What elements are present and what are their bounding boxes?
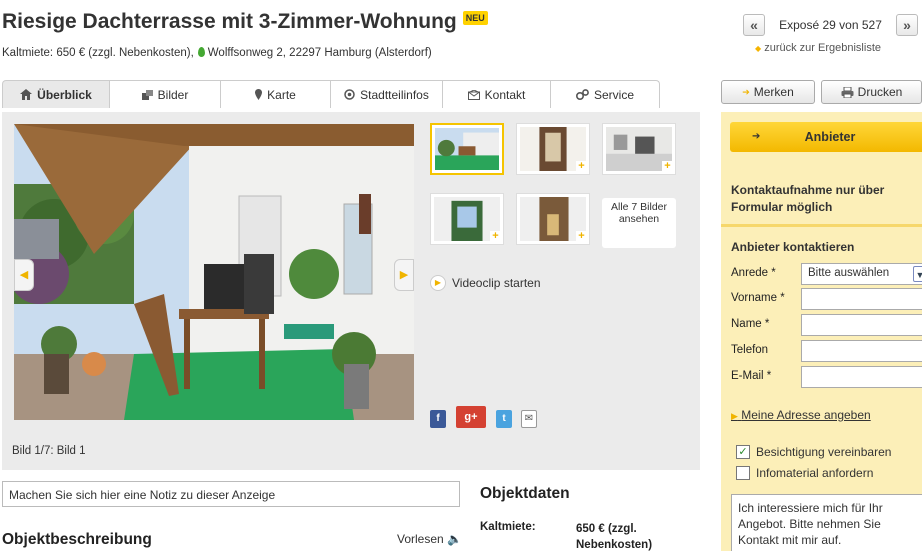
thumbnail-5[interactable]: + [516, 193, 590, 245]
name-label: Name * [731, 318, 770, 330]
thumbnail-2[interactable]: + [516, 123, 590, 175]
image-gallery: ◀ ▶ Bild 1/7: Bild 1 + + + + Alle 7 Bild… [2, 112, 700, 470]
address-link[interactable]: ▶ Meine Adresse angeben [731, 408, 871, 422]
arrow-right-icon: ➔ [752, 131, 761, 142]
contact-sidebar: ➔ Anbieter Kontaktaufnahme nur über Form… [721, 112, 922, 551]
tab-label: Kontakt [484, 87, 526, 102]
video-label: Videoclip starten [452, 276, 541, 290]
anbieter-label: Anbieter [804, 130, 856, 144]
tab-label: Service [593, 87, 634, 102]
tab-bar: Überblick Bilder Karte Stadtteilinfos Ko… [2, 80, 660, 108]
telefon-label: Telefon [731, 344, 769, 356]
back-link-label: zurück zur Ergebnisliste [764, 42, 881, 54]
besichtigung-label: Besichtigung vereinbaren [756, 445, 892, 459]
new-badge: NEU [462, 11, 488, 25]
page-title: Riesige Dachterrasse mit 3-Zimmer-Wohnun… [2, 10, 488, 34]
info-icon [344, 89, 355, 100]
tab-label: Stadtteilinfos [360, 87, 429, 102]
previous-expose-button[interactable]: « [743, 14, 765, 36]
besichtigung-checkbox-row: ✓ Besichtigung vereinbaren [736, 445, 891, 459]
vorname-input[interactable] [801, 288, 922, 310]
google-plus-icon[interactable]: g+ [456, 406, 486, 428]
divider [721, 224, 922, 227]
tab-label: Überblick [37, 87, 92, 102]
kaltmiete-summary: Kaltmiete: 650 € (zzgl. Nebenkosten), [2, 47, 194, 59]
tab-ueberblick[interactable]: Überblick [2, 80, 110, 108]
note-input[interactable]: Machen Sie sich hier eine Notiz zu diese… [2, 481, 460, 507]
infomaterial-checkbox-row: Infomaterial anfordern [736, 466, 873, 480]
tab-label: Karte [267, 87, 296, 102]
map-pin-icon [197, 47, 205, 57]
tab-service[interactable]: Service [551, 80, 660, 108]
next-expose-button[interactable]: » [896, 14, 918, 36]
play-icon: ▶ [430, 275, 446, 291]
vorname-label: Vorname * [731, 292, 785, 304]
twitter-icon[interactable]: t [496, 410, 512, 428]
diamond-icon: ◆ [755, 44, 762, 53]
arrow-right-icon: ▶ [731, 411, 738, 421]
thumbnail-4[interactable]: + [430, 193, 504, 245]
printer-icon [841, 86, 854, 98]
telefon-input[interactable] [801, 340, 922, 362]
address-text: Wolffsonweg 2, 22297 Hamburg (Alsterdorf… [207, 47, 432, 59]
pictures-icon [141, 89, 153, 100]
anbieter-button[interactable]: ➔ Anbieter [730, 122, 922, 152]
objektbeschreibung-heading: Objektbeschreibung [2, 531, 152, 548]
plus-icon: + [490, 231, 501, 242]
previous-image-button[interactable]: ◀ [14, 259, 34, 291]
vorlesen-label: Vorlesen [397, 532, 444, 546]
chevron-down-icon: ▼ [913, 266, 922, 282]
tab-bilder[interactable]: Bilder [110, 80, 221, 108]
plus-icon: + [662, 161, 673, 172]
home-icon [20, 89, 33, 100]
map-pin-icon [255, 89, 263, 100]
message-textarea[interactable]: Ich interessiere mich für Ihr Angebot. B… [731, 494, 922, 551]
tab-karte[interactable]: Karte [221, 80, 331, 108]
merken-button[interactable]: ➔ Merken [721, 80, 815, 104]
tab-kontakt[interactable]: Kontakt [443, 80, 551, 108]
terrace-photo [14, 124, 414, 420]
address-link-label: Meine Adresse angeben [741, 408, 871, 422]
name-input[interactable] [801, 314, 922, 336]
infomaterial-label: Infomaterial anfordern [756, 466, 874, 480]
drucken-label: Drucken [857, 85, 903, 99]
thumbnail-1[interactable] [430, 123, 504, 175]
plus-icon: + [576, 161, 587, 172]
objektdaten-kaltmiete-label: Kaltmiete: [480, 521, 536, 533]
email-share-icon[interactable]: ✉ [521, 410, 537, 428]
expose-counter: Exposé 29 von 527 [779, 18, 882, 32]
back-to-results-link[interactable]: ◆ zurück zur Ergebnisliste [755, 42, 881, 54]
gears-icon [575, 89, 589, 100]
thumbnail-3[interactable]: + [602, 123, 676, 175]
plus-icon: + [576, 231, 587, 242]
tab-stadtteilinfos[interactable]: Stadtteilinfos [331, 80, 443, 108]
all-pictures-button[interactable]: Alle 7 Bilder ansehen [602, 198, 676, 248]
thumbnail-image [435, 128, 499, 170]
video-clip-link[interactable]: ▶ Videoclip starten [430, 275, 541, 291]
contact-info-text: Kontaktaufnahme nur über Formular möglic… [731, 183, 885, 214]
email-label: E-Mail * [731, 370, 772, 382]
subline: Kaltmiete: 650 € (zzgl. Nebenkosten), Wol… [2, 47, 432, 59]
contact-form-title: Anbieter kontaktieren [731, 240, 855, 254]
anrede-select[interactable]: Bitte auswählen ▼ [801, 263, 922, 285]
next-image-button[interactable]: ▶ [394, 259, 414, 291]
besichtigung-checkbox[interactable]: ✓ [736, 445, 750, 459]
speaker-icon: 🔈 [447, 532, 462, 546]
mail-icon [467, 89, 480, 100]
objektdaten-kaltmiete-value: 650 € (zzgl. Nebenkosten) [576, 523, 653, 551]
drucken-button[interactable]: Drucken [821, 80, 922, 104]
infomaterial-checkbox[interactable] [736, 466, 750, 480]
arrow-right-icon: ➔ [742, 86, 750, 97]
email-input[interactable] [801, 366, 922, 388]
merken-label: Merken [753, 85, 794, 99]
image-caption: Bild 1/7: Bild 1 [12, 445, 86, 457]
anrede-label: Anrede * [731, 267, 776, 279]
anrede-value: Bitte auswählen [808, 267, 890, 279]
vorlesen-button[interactable]: Vorlesen 🔈 [397, 532, 462, 546]
facebook-icon[interactable]: f [430, 410, 446, 428]
objektdaten-heading: Objektdaten [480, 485, 570, 502]
tab-label: Bilder [157, 87, 189, 102]
title-text: Riesige Dachterrasse mit 3-Zimmer-Wohnun… [2, 10, 457, 33]
main-photo[interactable] [14, 124, 414, 420]
